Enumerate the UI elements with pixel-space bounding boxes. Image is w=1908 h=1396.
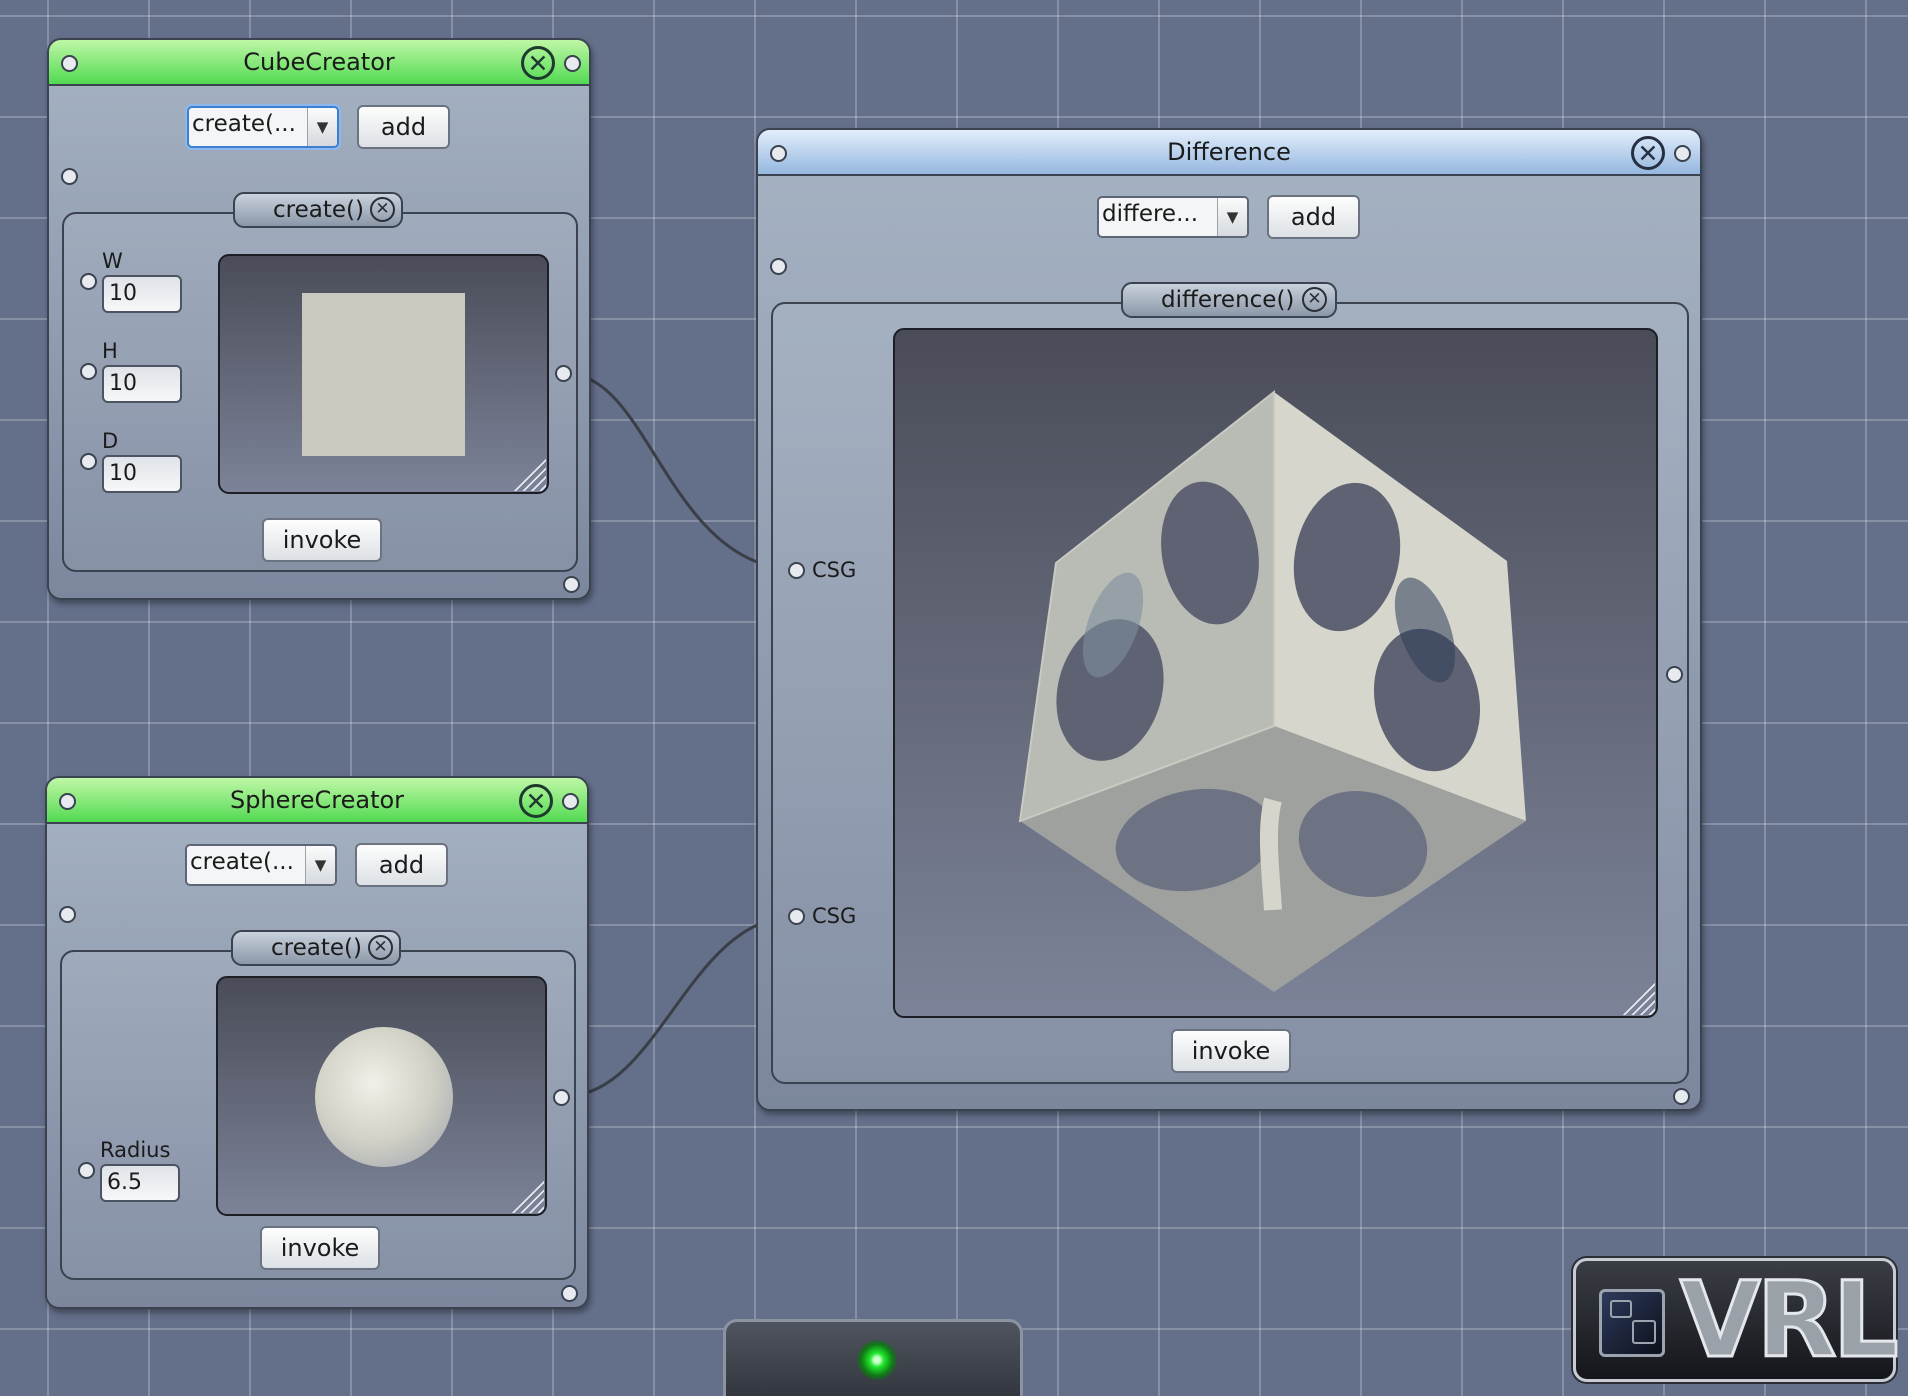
csg-input-2-label: CSG	[812, 904, 857, 928]
param-radius-connector[interactable]	[78, 1162, 95, 1179]
param-d-label: D	[102, 429, 119, 453]
titlebar-output-connector[interactable]	[562, 793, 579, 810]
sphere-creator-titlebar[interactable]: SphereCreator	[47, 778, 587, 824]
dropdown-arrow-icon[interactable]: ▼	[305, 846, 335, 884]
titlebar-input-connector[interactable]	[61, 55, 78, 72]
method-select[interactable]: create(... ▼	[185, 844, 337, 886]
titlebar-output-connector[interactable]	[1674, 145, 1691, 162]
window-output-connector[interactable]	[1673, 1088, 1690, 1105]
window-title: SphereCreator	[229, 786, 405, 814]
resize-grip-icon[interactable]	[508, 1177, 544, 1213]
window-title: Difference	[1167, 138, 1291, 166]
invoke-button[interactable]: invoke	[1171, 1029, 1291, 1073]
object-input-connector[interactable]	[59, 906, 76, 923]
difference-window[interactable]: Difference ✕ differe... ▼ add difference…	[756, 128, 1702, 1111]
param-w-connector[interactable]	[80, 273, 97, 290]
window-output-connector[interactable]	[563, 576, 580, 593]
csg-input-2-connector[interactable]	[788, 908, 805, 925]
cube-creator-titlebar[interactable]: CubeCreator	[49, 40, 589, 86]
object-input-connector[interactable]	[61, 168, 78, 185]
param-radius-label: Radius	[100, 1138, 171, 1162]
method-select-value: create(...	[192, 111, 296, 137]
method-select-value: differe...	[1102, 201, 1199, 227]
close-icon[interactable]: ✕	[519, 784, 553, 818]
result-output-connector[interactable]	[553, 1089, 570, 1106]
method-tab-label: create()	[273, 197, 364, 223]
method-select[interactable]: differe... ▼	[1097, 196, 1249, 238]
add-button[interactable]: add	[355, 843, 448, 887]
difference-shape	[1018, 389, 1526, 992]
param-w-label: W	[102, 249, 123, 273]
difference-titlebar[interactable]: Difference	[758, 130, 1700, 176]
csg-input-1-connector[interactable]	[788, 562, 805, 579]
close-icon[interactable]: ✕	[521, 46, 555, 80]
difference-preview-view[interactable]	[893, 328, 1658, 1018]
cube-shape	[302, 293, 465, 456]
status-led-icon	[857, 1340, 897, 1380]
close-icon[interactable]: ✕	[368, 935, 393, 960]
invoke-button[interactable]: invoke	[262, 518, 382, 562]
param-d-input[interactable]: 10	[102, 455, 182, 493]
cube-preview-view[interactable]	[218, 254, 549, 494]
titlebar-input-connector[interactable]	[59, 793, 76, 810]
vrl-logo: VRL	[1573, 1258, 1901, 1383]
close-icon[interactable]: ✕	[1631, 136, 1665, 170]
window-title: CubeCreator	[243, 48, 395, 76]
param-h-input[interactable]: 10	[102, 365, 182, 403]
close-icon[interactable]: ✕	[370, 197, 395, 222]
add-button[interactable]: add	[1267, 195, 1360, 239]
method-tab-label: difference()	[1161, 287, 1295, 313]
add-button[interactable]: add	[357, 105, 450, 149]
method-select[interactable]: create(... ▼	[187, 106, 339, 148]
vrl-logo-text: VRL	[1679, 1258, 1901, 1383]
method-tab-label: create()	[271, 935, 362, 961]
bottom-dock[interactable]	[723, 1319, 1023, 1396]
result-output-connector[interactable]	[1666, 666, 1683, 683]
cube-creator-window[interactable]: CubeCreator ✕ create(... ▼ add create() …	[47, 38, 591, 600]
titlebar-input-connector[interactable]	[770, 145, 787, 162]
window-output-connector[interactable]	[561, 1285, 578, 1302]
dropdown-arrow-icon[interactable]: ▼	[1217, 198, 1247, 236]
object-input-connector[interactable]	[770, 258, 787, 275]
result-output-connector[interactable]	[555, 365, 572, 382]
param-d-connector[interactable]	[80, 453, 97, 470]
param-w-input[interactable]: 10	[102, 275, 182, 313]
param-radius-input[interactable]: 6.5	[100, 1164, 180, 1202]
sphere-creator-window[interactable]: SphereCreator ✕ create(... ▼ add create(…	[45, 776, 589, 1309]
titlebar-output-connector[interactable]	[564, 55, 581, 72]
csg-input-1-label: CSG	[812, 558, 857, 582]
close-icon[interactable]: ✕	[1302, 287, 1327, 312]
dropdown-arrow-icon[interactable]: ▼	[307, 108, 337, 146]
invoke-button[interactable]: invoke	[260, 1226, 380, 1270]
sphere-preview-view[interactable]	[216, 976, 547, 1216]
param-h-label: H	[102, 339, 118, 363]
vrl-logo-icon	[1599, 1289, 1665, 1357]
param-h-connector[interactable]	[80, 363, 97, 380]
resize-grip-icon[interactable]	[510, 455, 546, 491]
sphere-shape	[315, 1027, 453, 1167]
method-select-value: create(...	[190, 849, 294, 875]
